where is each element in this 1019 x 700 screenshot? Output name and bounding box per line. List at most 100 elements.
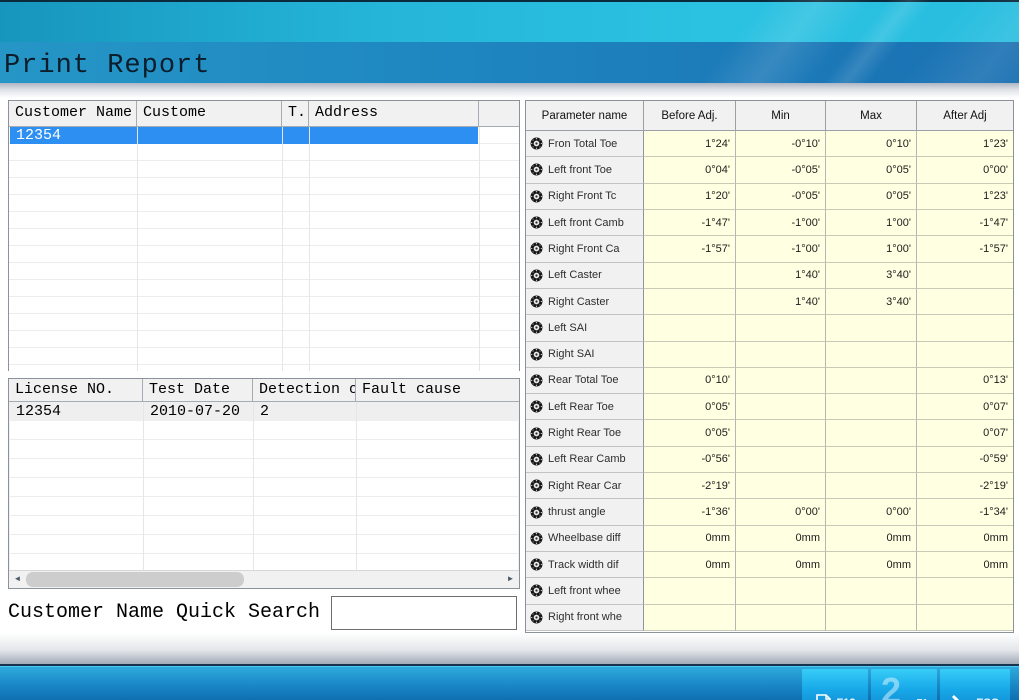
after-adj-cell: -1°57': [917, 236, 1013, 262]
min-cell: [736, 394, 826, 420]
wheel-icon: [530, 190, 543, 203]
wheel-icon: [530, 506, 543, 519]
max-cell: 0°10': [826, 131, 917, 157]
wheel-icon: [530, 479, 543, 492]
min-cell: [736, 578, 826, 604]
before-adj-cell: [644, 578, 736, 604]
history-row-selected[interactable]: 12354 2010-07-20 2: [9, 402, 519, 421]
customer-table-body[interactable]: 12354: [9, 127, 519, 371]
exit-arrow-icon: [951, 694, 971, 700]
column-divider: [137, 127, 138, 371]
column-header-customer-name[interactable]: Customer Name: [9, 101, 137, 126]
max-cell: 3°40': [826, 263, 917, 289]
column-divider: [309, 127, 310, 371]
banner-shadow: [0, 83, 1019, 98]
before-adj-cell: [644, 289, 736, 315]
parameter-row: Right front whe: [526, 605, 1013, 631]
column-header-test-date[interactable]: Test Date: [143, 379, 253, 401]
print-report-screen: Print Report Customer Name Custome T.. A…: [0, 0, 1019, 700]
column-divider: [479, 127, 480, 371]
title-banner: Print Report: [0, 0, 1019, 83]
column-divider: [282, 127, 283, 371]
after-adj-cell: [917, 263, 1013, 289]
before-adj-cell: -2°19': [644, 473, 736, 499]
parameter-name-label: Right Rear Car: [548, 480, 621, 492]
parameter-name-label: Right Caster: [548, 296, 609, 308]
parameter-row: Left Rear Camb -0°56' -0°59': [526, 447, 1013, 473]
parameter-name-cell: Right Rear Toe: [526, 420, 644, 446]
min-cell: [736, 473, 826, 499]
after-adj-cell: 0°07': [917, 420, 1013, 446]
print-button[interactable]: F12: [802, 669, 868, 700]
parameter-name-label: Rear Total Toe: [548, 374, 619, 386]
column-header-after-adj: After Adj: [917, 101, 1013, 130]
parameter-row: Right Front Tc 1°20' -0°05' 0°05' 1°23': [526, 184, 1013, 210]
parameter-name-cell: Left front Camb: [526, 210, 644, 236]
parameter-row: Left Caster 1°40' 3°40': [526, 263, 1013, 289]
column-header-address[interactable]: Address: [309, 101, 479, 126]
max-cell: [826, 473, 917, 499]
column-header-parameter-name: Parameter name: [526, 101, 644, 130]
before-adj-cell: 0mm: [644, 526, 736, 552]
after-adj-cell: [917, 342, 1013, 368]
max-cell: 0°00': [826, 499, 917, 525]
parameter-name-label: Left Caster: [548, 269, 602, 281]
before-adj-cell: [644, 315, 736, 341]
wheel-icon: [530, 242, 543, 255]
parameter-name-label: Fron Total Toe: [548, 138, 617, 150]
after-adj-cell: [917, 289, 1013, 315]
after-adj-cell: 0°07': [917, 394, 1013, 420]
page-2-button[interactable]: 2 F1: [871, 669, 937, 700]
horizontal-scrollbar[interactable]: ◄ ►: [9, 570, 519, 588]
before-adj-cell: 1°20': [644, 184, 736, 210]
wheel-icon: [530, 269, 543, 282]
parameter-name-label: Left front Toe: [548, 164, 612, 176]
history-table: License NO. Test Date Detection of time-…: [8, 378, 520, 589]
parameter-name-cell: Fron Total Toe: [526, 131, 644, 157]
before-adj-cell: 0°10': [644, 368, 736, 394]
parameter-name-cell: Left Rear Camb: [526, 447, 644, 473]
min-cell: [736, 447, 826, 473]
after-adj-cell: 0mm: [917, 526, 1013, 552]
page-2-watermark: 2: [881, 673, 901, 700]
parameter-row: Left front whee: [526, 578, 1013, 604]
scroll-left-arrow-icon[interactable]: ◄: [9, 571, 26, 588]
column-header-custome[interactable]: Custome: [137, 101, 282, 126]
parameter-row: Left front Camb -1°47' -1°00' 1°00' -1°4…: [526, 210, 1013, 236]
min-cell: -1°00': [736, 236, 826, 262]
before-adj-cell: -1°47': [644, 210, 736, 236]
scrollbar-thumb[interactable]: [26, 572, 244, 587]
exit-button[interactable]: ESC: [940, 669, 1010, 700]
before-adj-cell: -1°57': [644, 236, 736, 262]
after-adj-cell: 1°23': [917, 131, 1013, 157]
min-cell: [736, 342, 826, 368]
customer-row-selected[interactable]: 12354: [10, 127, 478, 144]
scroll-right-arrow-icon[interactable]: ►: [502, 571, 519, 588]
content-bottom-shadow: [0, 633, 1019, 664]
after-adj-cell: 0°00': [917, 157, 1013, 183]
after-adj-cell: [917, 315, 1013, 341]
column-header-t[interactable]: T..: [282, 101, 309, 126]
test-date-cell: 2010-07-20: [143, 402, 253, 421]
max-cell: [826, 420, 917, 446]
quick-search-input[interactable]: [331, 596, 517, 630]
column-header-blank[interactable]: [479, 101, 519, 126]
parameter-name-cell: Left SAI: [526, 315, 644, 341]
column-header-max: Max: [826, 101, 917, 130]
column-header-fault-cause[interactable]: Fault cause: [356, 379, 519, 401]
page-title: Print Report: [4, 51, 210, 81]
column-header-license-no[interactable]: License NO.: [9, 379, 143, 401]
max-cell: [826, 605, 917, 631]
min-cell: -0°05': [736, 157, 826, 183]
min-cell: -0°05': [736, 184, 826, 210]
wheel-icon: [530, 295, 543, 308]
before-adj-cell: 1°24': [644, 131, 736, 157]
column-header-detection-time[interactable]: Detection of time-co: [253, 379, 356, 401]
history-table-body[interactable]: 12354 2010-07-20 2: [9, 402, 519, 572]
parameter-name-cell: Right SAI: [526, 342, 644, 368]
parameter-table: Parameter name Before Adj. Min Max After…: [525, 100, 1014, 633]
wheel-icon: [530, 321, 543, 334]
wheel-icon: [530, 163, 543, 176]
scrollbar-track[interactable]: [26, 571, 502, 588]
before-adj-cell: 0°05': [644, 394, 736, 420]
